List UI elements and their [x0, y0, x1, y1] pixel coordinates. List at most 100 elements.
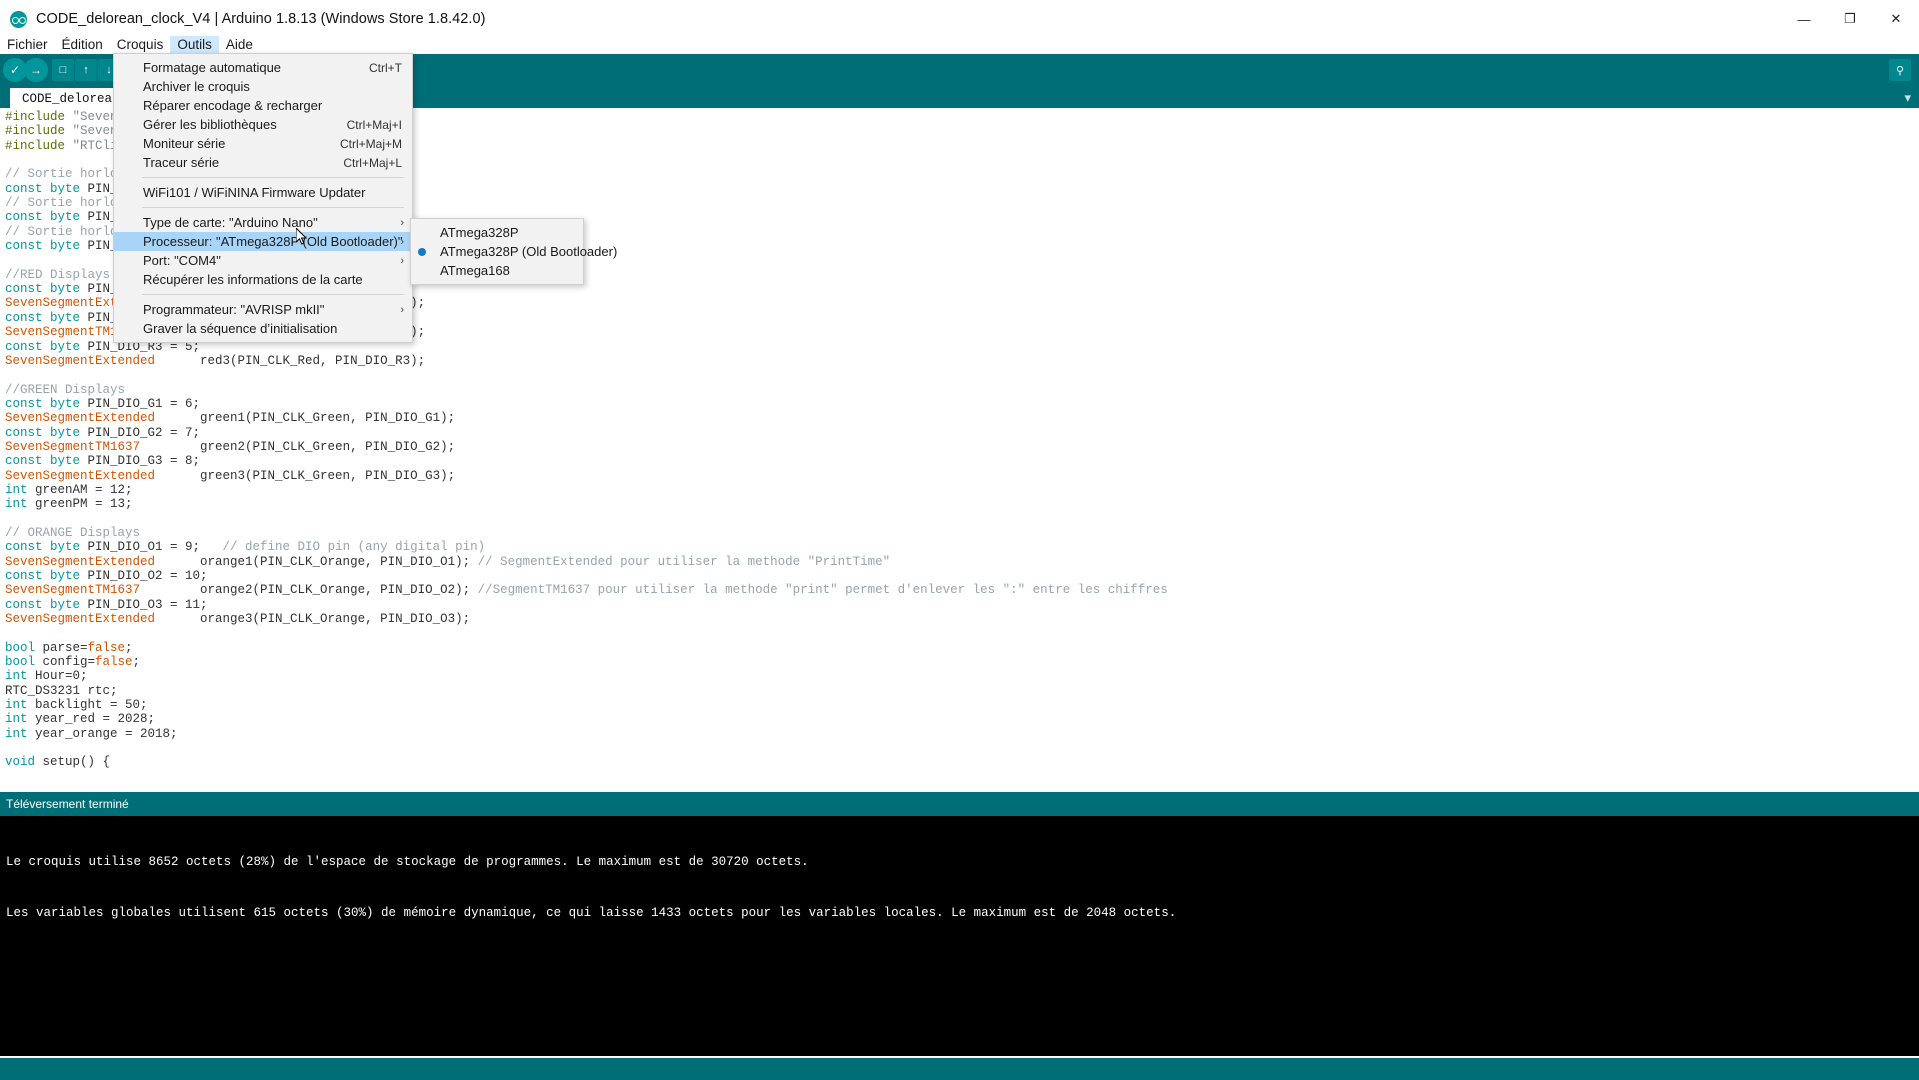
close-button[interactable]: ✕ [1873, 0, 1919, 38]
menu-item-12[interactable]: Récupérer les informations de la carte [114, 270, 412, 289]
menubar-item-aide[interactable]: Aide [219, 36, 260, 53]
code-token: int [5, 497, 28, 512]
code-line: const byte PIN_DIO_G1 = 6; [0, 397, 1919, 411]
radio-selected-icon [418, 248, 426, 256]
menu-item-label: Récupérer les informations de la carte [143, 272, 363, 287]
menu-item-label: Gérer les bibliothèques [143, 117, 277, 132]
serial-monitor-button[interactable]: ⚲ [1889, 59, 1911, 81]
code-line: const byte PIN_DIO_O2 = 10; [0, 569, 1919, 583]
menu-item-shortcut: Ctrl+Maj+I [346, 117, 402, 132]
code-token: year_orange = 2018; [27, 726, 178, 741]
console-output: Le croquis utilise 8652 octets (28%) de … [0, 816, 1919, 1056]
menubar-item-outils[interactable]: Outils [170, 35, 219, 53]
menu-item-1[interactable]: Archiver le croquis [114, 77, 412, 96]
code-token: const byte [5, 339, 81, 354]
chevron-right-icon: › [400, 216, 404, 229]
tab-dropdown-icon[interactable]: ▾ [1904, 90, 1911, 106]
code-token: int [5, 698, 28, 713]
arduino-ide-window: CODE_delorean_clock_V4 | Arduino 1.8.13 … [0, 0, 1919, 1080]
code-line: const byte PIN_DIO_O1 = 9; // define DIO… [0, 540, 1919, 554]
code-token: SevenSegmentExtended [5, 612, 156, 627]
menu-item-0[interactable]: Formatage automatique Ctrl+T [114, 58, 412, 77]
code-token: Hour=0; [27, 669, 88, 684]
menu-item-label: WiFi101 / WiFiNINA Firmware Updater [143, 185, 366, 200]
code-token: //SegmentTM1637 pour utiliser la methode… [477, 583, 1168, 598]
code-token: SevenSegmentTM1637 [5, 439, 141, 454]
menu-item-label: Graver la séquence d’initialisation [143, 321, 338, 336]
code-token: bool [5, 655, 36, 670]
code-token: PIN_DIO_G2 = 7; [80, 425, 201, 440]
menu-item-4[interactable]: Moniteur série Ctrl+Maj+M [114, 134, 412, 153]
menu-item-3[interactable]: Gérer les bibliothèques Ctrl+Maj+I [114, 115, 412, 134]
menu-item-label: Traceur série [143, 155, 220, 170]
code-line: bool parse=false; [0, 641, 1919, 655]
code-line: //GREEN Displays [0, 383, 1919, 397]
code-line: RTC_DS3231 rtc; [0, 684, 1919, 698]
code-token: RTC_DS3231 rtc; [5, 683, 118, 698]
submenu-item-2[interactable]: ATmega168 [411, 261, 583, 280]
arduino-logo-icon [10, 10, 27, 28]
status-bar [0, 1058, 1919, 1080]
open-sketch-button[interactable]: ↑ [75, 59, 97, 81]
menu-item-15[interactable]: Graver la séquence d’initialisation [114, 319, 412, 338]
menu-separator [142, 207, 404, 208]
tools-menu-dropdown[interactable]: Formatage automatique Ctrl+T Archiver le c… [113, 53, 413, 343]
menu-item-14[interactable]: Programmateur: "AVRISP mkII" › [114, 300, 412, 319]
menu-item-label: Type de carte: "Arduino Nano" [143, 215, 318, 230]
code-token: SevenSegmentExtended [5, 353, 156, 368]
code-token: const byte [5, 597, 81, 612]
code-line: // ORANGE Displays [0, 526, 1919, 540]
code-token: #include [5, 138, 73, 153]
menubar-item-dition[interactable]: Édition [55, 36, 110, 53]
code-line: const byte PIN_DIO_O3 = 11; [0, 598, 1919, 612]
code-line: int backlight = 50; [0, 698, 1919, 712]
menu-bar: Fichier Édition Croquis Outils Aide [0, 34, 1919, 54]
menu-item-shortcut: Ctrl+T [369, 60, 402, 75]
menu-item-11[interactable]: Port: "COM4" › [114, 251, 412, 270]
menu-item-label: Port: "COM4" [143, 253, 221, 268]
menu-item-10[interactable]: Processeur: "ATmega328P (Old Bootloader)… [114, 232, 412, 251]
menu-item-5[interactable]: Traceur série Ctrl+Maj+L [114, 153, 412, 172]
code-line: void setup() { [0, 755, 1919, 769]
code-token: bool [5, 640, 36, 655]
submenu-item-label: ATmega168 [440, 263, 510, 278]
code-token: #include [5, 110, 73, 124]
code-token: PIN_DIO_G3 = 8; [80, 454, 201, 469]
code-token: green3(PIN_CLK_Green, PIN_DIO_G3); [155, 468, 456, 483]
upload-button[interactable]: → [24, 58, 48, 82]
menubar-item-croquis[interactable]: Croquis [110, 36, 171, 53]
code-token: // ORANGE Displays [5, 525, 141, 540]
console-line-2: Les variables globales utilisent 615 oct… [6, 906, 1177, 920]
menubar-item-fichier[interactable]: Fichier [0, 36, 55, 53]
code-line: int year_red = 2028; [0, 712, 1919, 726]
maximize-button[interactable]: ❐ [1827, 0, 1873, 38]
submenu-item-1[interactable]: ATmega328P (Old Bootloader) [411, 242, 617, 261]
submenu-item-label: ATmega328P [440, 225, 519, 240]
code-token: PIN_DIO_O1 = 9; [80, 540, 223, 555]
code-line: int Hour=0; [0, 669, 1919, 683]
submenu-item-0[interactable]: ATmega328P [411, 223, 583, 242]
code-line: SevenSegmentTM1637 orange2(PIN_CLK_Orang… [0, 583, 1919, 597]
processor-submenu[interactable]: ATmega328P ATmega328P (Old Bootloader) ATm… [410, 218, 617, 285]
code-line: SevenSegmentExtended orange1(PIN_CLK_Ora… [0, 555, 1919, 569]
code-token: #include [5, 124, 73, 139]
code-line: const byte PIN_DIO_G2 = 7; [0, 426, 1919, 440]
code-token: greenPM = 13; [27, 497, 133, 512]
menu-item-2[interactable]: Réparer encodage & recharger [114, 96, 412, 115]
code-token: const byte [5, 454, 81, 469]
minimize-button[interactable]: — [1781, 0, 1827, 38]
code-token: SevenSegmentExtended [5, 468, 156, 483]
code-token: false [95, 655, 133, 670]
menu-item-7[interactable]: WiFi101 / WiFiNINA Firmware Updater [114, 183, 412, 202]
code-token: PIN_DIO_G1 = 6; [80, 396, 201, 411]
console-status: Téléversement terminé [0, 792, 1919, 816]
code-token: const byte [5, 569, 81, 583]
window-controls: — ❐ ✕ [1781, 0, 1919, 38]
code-token: SevenSegmentExtended [5, 554, 156, 569]
menu-item-9[interactable]: Type de carte: "Arduino Nano" › [114, 213, 412, 232]
title-bar: CODE_delorean_clock_V4 | Arduino 1.8.13 … [0, 0, 1919, 38]
new-sketch-button[interactable]: □ [52, 59, 74, 81]
